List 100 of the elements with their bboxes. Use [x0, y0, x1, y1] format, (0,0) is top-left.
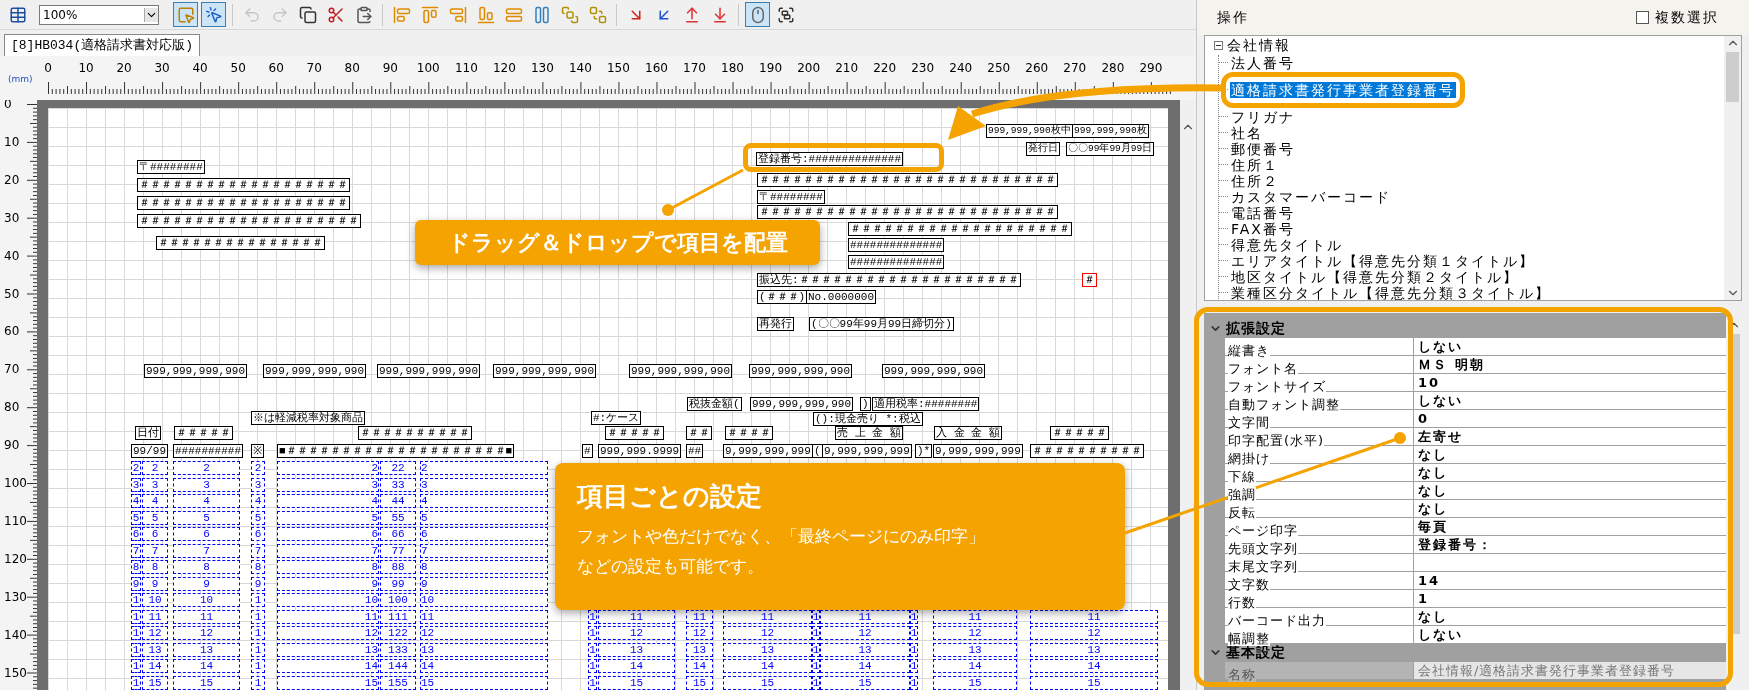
detail-field[interactable]: 10 [277, 593, 379, 607]
detail-field[interactable]: 155 [380, 675, 416, 690]
detail-field[interactable]: 4 [131, 494, 141, 508]
detail-field[interactable]: 4 [251, 494, 265, 508]
detail-field[interactable]: 6 [142, 527, 168, 541]
detail-field[interactable]: 88 [380, 560, 416, 574]
detail-field[interactable]: 1 [251, 593, 265, 607]
detail-field[interactable]: 1 [131, 593, 141, 607]
detail-field[interactable]: 22 [380, 461, 416, 475]
form-field[interactable]: 税抜金額( [687, 397, 742, 411]
form-field[interactable]: 999,999,999,990 [263, 364, 367, 378]
form-field[interactable]: ■＃＃＃＃＃＃＃＃＃＃＃＃＃＃＃＃＃＃＃＃■ [277, 444, 515, 458]
detail-field[interactable]: 12 [686, 626, 713, 640]
detail-field[interactable]: 122 [380, 626, 416, 640]
detail-field[interactable]: 1 [251, 675, 265, 690]
form-field[interactable]: 9,999,999,999 [822, 444, 912, 458]
tree-item[interactable]: 適格請求書発行事業者登録番号 [1230, 81, 1456, 98]
detail-field[interactable]: 5 [131, 510, 141, 525]
detail-field[interactable]: 6 [420, 527, 548, 541]
detail-field[interactable]: 9 [131, 576, 141, 591]
form-field[interactable]: 999,999,990枚中 [986, 124, 1073, 138]
detail-field[interactable]: 1 [588, 659, 597, 673]
detail-field[interactable]: 15 [420, 675, 548, 690]
form-field[interactable]: ＃＃＃＃＃ [174, 426, 233, 440]
detail-field[interactable]: 12 [1030, 626, 1158, 640]
collapse-icon[interactable] [1214, 41, 1223, 51]
detail-field[interactable]: 6 [173, 527, 240, 541]
detail-field[interactable]: 33 [380, 477, 416, 492]
form-field[interactable]: ＃＃＃＃ [725, 426, 773, 440]
detail-field[interactable]: 7 [173, 543, 240, 558]
detail-field[interactable]: 15 [173, 675, 240, 690]
detail-field[interactable]: 4 [142, 494, 168, 508]
detail-field[interactable]: 14 [933, 659, 1017, 673]
form-field[interactable]: 日付 [135, 426, 161, 440]
form-field[interactable]: ＃＃＃＃＃＃＃＃＃＃＃＃＃＃＃＃＃＃＃＃ [137, 214, 361, 228]
scrollbar[interactable] [1724, 35, 1741, 300]
form-field[interactable]: 〒######## [757, 190, 825, 204]
form-field[interactable]: #:ケース [591, 411, 642, 425]
detail-field[interactable]: 5 [173, 510, 240, 525]
form-field[interactable]: ※ [251, 444, 264, 458]
form-field[interactable]: ＃＃＃＃＃＃＃＃＃＃ [1030, 444, 1144, 458]
detail-field[interactable]: 11 [277, 609, 379, 624]
detail-field[interactable]: 13 [820, 642, 910, 657]
detail-field[interactable]: 13 [142, 642, 168, 657]
tree-item[interactable]: 会社情報 [1227, 35, 1291, 57]
detail-field[interactable]: 11 [142, 609, 168, 624]
detail-field[interactable]: 15 [142, 675, 168, 690]
form-field[interactable]: ＃＃＃＃＃＃＃＃＃＃＃＃＃＃＃ [156, 236, 325, 250]
detail-field[interactable]: 13 [173, 642, 240, 657]
detail-field[interactable]: 4 [277, 494, 379, 508]
detail-field[interactable]: 44 [380, 494, 416, 508]
detail-field[interactable]: 1 [910, 675, 918, 690]
detail-field[interactable]: 9 [251, 576, 265, 591]
form-field[interactable]: 999,999,999,990 [750, 397, 854, 411]
detail-field[interactable]: 1 [588, 626, 597, 640]
detail-field[interactable]: 15 [1030, 675, 1158, 690]
detail-field[interactable]: 13 [723, 642, 812, 657]
form-field[interactable]: 999,999,999,990 [493, 364, 597, 378]
detail-field[interactable]: 10 [173, 593, 240, 607]
detail-field[interactable]: 10 [420, 593, 548, 607]
detail-field[interactable]: 1 [131, 642, 141, 657]
detail-field[interactable]: 1 [131, 626, 141, 640]
tree-item[interactable]: 法人番号 [1230, 54, 1296, 71]
detail-field[interactable]: 55 [380, 510, 416, 525]
detail-field[interactable]: 13 [277, 642, 379, 657]
detail-field[interactable]: 3 [142, 477, 168, 492]
form-field[interactable]: ＃＃＃＃＃ [605, 426, 664, 440]
tree-item[interactable]: 地区タイトル【得意先分類２タイトル】 [1230, 268, 1520, 285]
form-field[interactable]: 〒######## [137, 160, 205, 174]
detail-field[interactable]: 1 [251, 626, 265, 640]
detail-field[interactable]: 1 [910, 626, 918, 640]
detail-field[interactable]: 12 [142, 626, 168, 640]
detail-field[interactable]: 13 [598, 642, 675, 657]
checkbox[interactable] [1636, 10, 1649, 24]
detail-field[interactable]: 8 [251, 560, 265, 574]
detail-field[interactable]: 7 [251, 543, 265, 558]
detail-field[interactable]: 8 [173, 560, 240, 574]
detail-field[interactable]: 12 [420, 626, 548, 640]
form-field[interactable]: 適用税率:######## [872, 397, 980, 411]
tree-item[interactable]: 業種区分タイトル【得意先分類３タイトル】 [1230, 284, 1552, 300]
tree-item[interactable]: 住所２ [1230, 172, 1280, 189]
detail-field[interactable]: 7 [277, 543, 379, 558]
detail-field[interactable]: 9 [420, 576, 548, 591]
form-field[interactable]: (＃＃＃) [757, 290, 808, 304]
form-field[interactable]: 振込先:＃＃＃＃＃＃＃＃＃＃＃＃＃＃＃＃＃＃＃＃ [757, 273, 1021, 287]
form-field[interactable]: 9,999,999,999 [933, 444, 1023, 458]
detail-field[interactable]: 66 [380, 527, 416, 541]
form-field[interactable]: No.0000000 [806, 290, 876, 304]
zoom-select[interactable]: 100% [39, 4, 159, 25]
detail-field[interactable]: 144 [380, 659, 416, 673]
detail-field[interactable]: 6 [251, 527, 265, 541]
tree-item[interactable]: 住所１ [1230, 156, 1280, 173]
property-value[interactable]: しない [1414, 337, 1726, 356]
form-field[interactable]: ＃＃＃＃＃ [1050, 426, 1109, 440]
tree-item[interactable]: フリガナ [1230, 108, 1296, 125]
detail-field[interactable]: 15 [820, 675, 910, 690]
detail-field[interactable]: 14 [173, 659, 240, 673]
detail-field[interactable]: 3 [173, 477, 240, 492]
detail-field[interactable]: 5 [142, 510, 168, 525]
detail-field[interactable]: 5 [277, 510, 379, 525]
